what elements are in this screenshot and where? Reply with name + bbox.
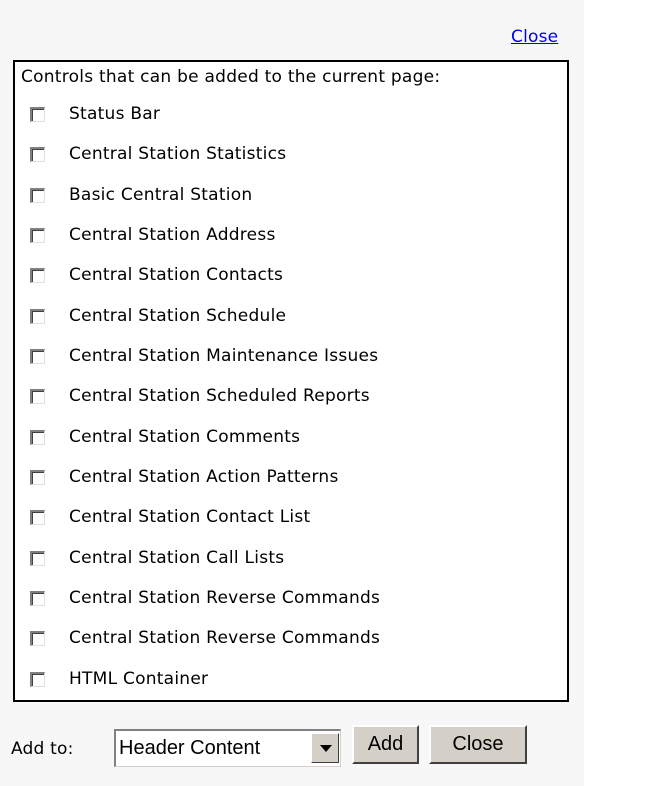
close-button[interactable]: Close [429, 725, 527, 764]
control-checkbox[interactable] [30, 389, 45, 405]
add-to-select-value: Header Content [119, 737, 261, 759]
chevron-down-icon[interactable] [311, 733, 339, 763]
control-label[interactable]: Basic Central Station [69, 185, 252, 205]
control-label[interactable]: Status Bar [69, 104, 160, 124]
control-label[interactable]: Central Station Contacts [69, 265, 283, 285]
control-checkbox[interactable] [30, 348, 45, 364]
control-label[interactable]: Central Station Maintenance Issues [69, 346, 378, 366]
control-label[interactable]: Central Station Reverse Commands [69, 628, 380, 648]
control-checkbox[interactable] [30, 107, 45, 122]
control-label[interactable]: Central Station Statistics [69, 144, 286, 164]
control-checkbox[interactable] [30, 671, 45, 687]
control-label[interactable]: Central Station Call Lists [69, 548, 284, 568]
controls-heading: Controls that can be added to the curren… [21, 67, 441, 87]
control-label[interactable]: Central Station Action Patterns [69, 467, 339, 487]
control-label[interactable]: Central Station Reverse Commands [69, 588, 380, 608]
footer: Add to: Header Content Add Close [0, 720, 584, 770]
control-checkbox[interactable] [30, 187, 45, 203]
control-label[interactable]: Central Station Schedule [69, 306, 286, 326]
control-checkbox[interactable] [30, 268, 45, 284]
control-checkbox[interactable] [30, 550, 45, 566]
control-checkbox[interactable] [30, 308, 45, 324]
control-checkbox[interactable] [30, 147, 45, 163]
control-checkbox[interactable] [30, 469, 45, 485]
add-to-label: Add to: [11, 739, 74, 759]
control-label[interactable]: Central Station Address [69, 225, 276, 245]
add-button[interactable]: Add [352, 725, 419, 764]
control-checkbox[interactable] [30, 631, 45, 647]
add-controls-panel: Close Controls that can be added to the … [0, 0, 584, 786]
control-checkbox[interactable] [30, 227, 45, 243]
control-label[interactable]: Central Station Comments [69, 427, 300, 447]
control-label[interactable]: HTML Container [69, 669, 208, 689]
control-checkbox[interactable] [30, 429, 45, 445]
control-checkbox[interactable] [30, 510, 45, 526]
close-link[interactable]: Close [511, 27, 558, 47]
control-label[interactable]: Central Station Scheduled Reports [69, 386, 370, 406]
add-to-select[interactable]: Header Content [114, 729, 341, 767]
control-label[interactable]: Central Station Contact List [69, 507, 310, 527]
control-checkbox[interactable] [30, 590, 45, 606]
controls-list-box: Controls that can be added to the curren… [13, 60, 569, 702]
